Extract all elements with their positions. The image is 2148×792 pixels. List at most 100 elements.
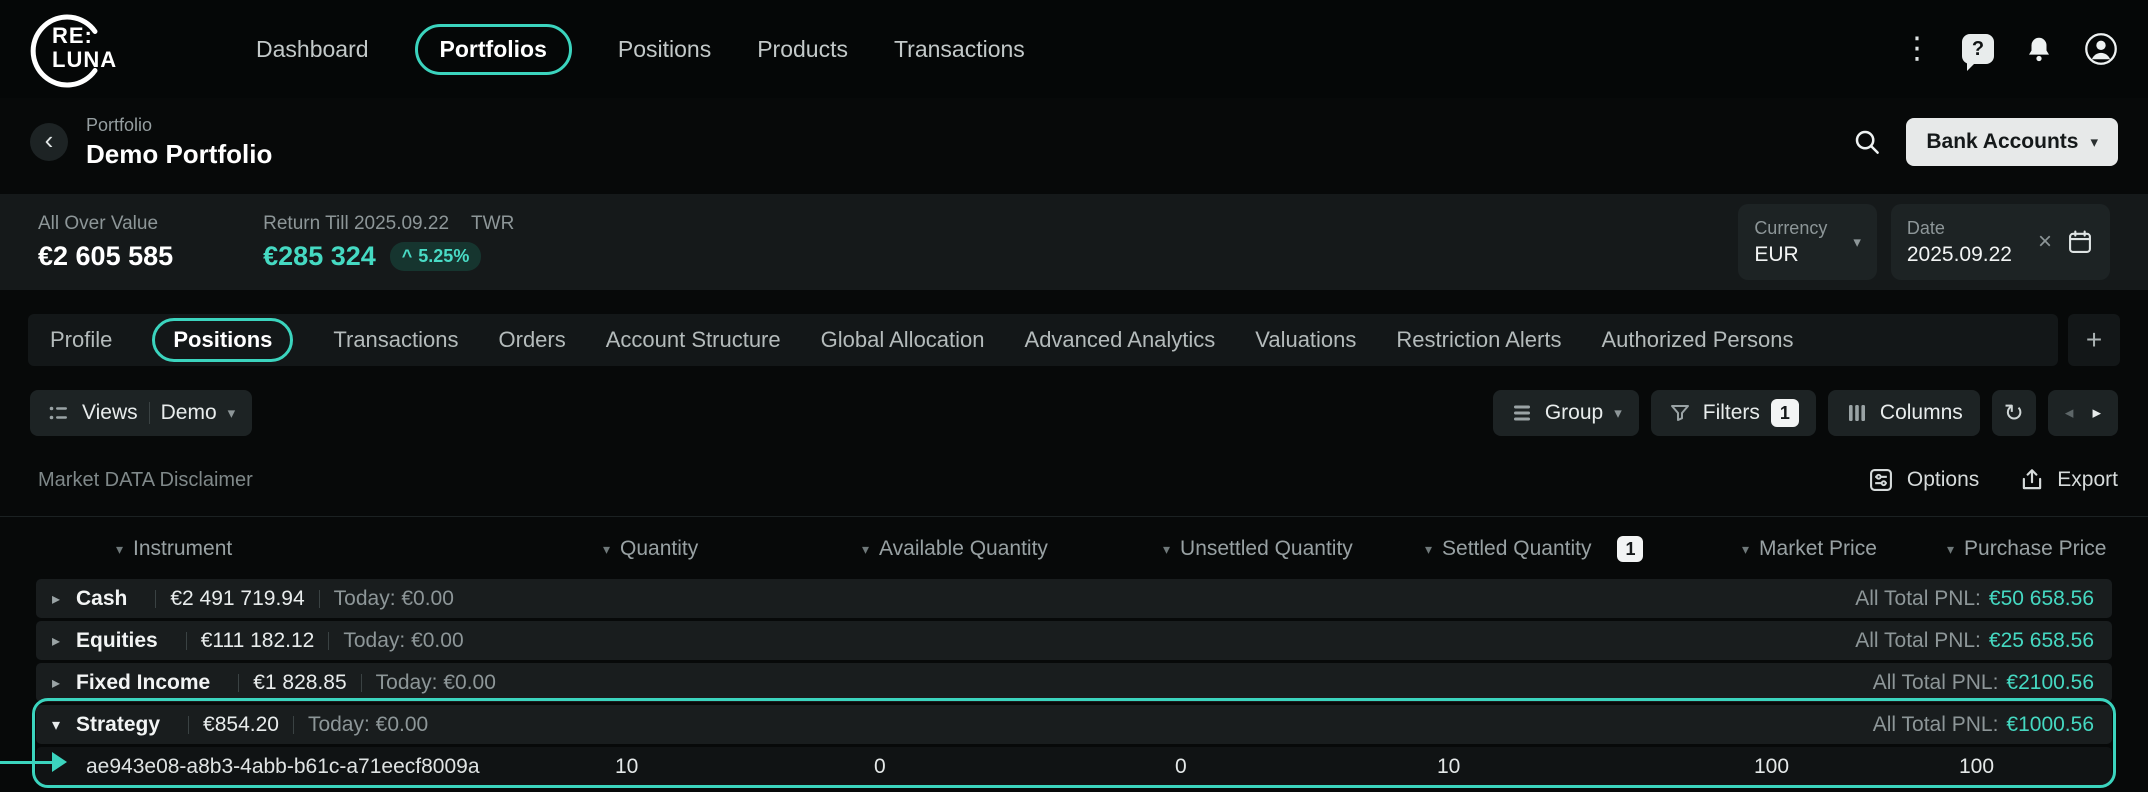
app: RE: LUNA Dashboard Portfolios Positions … <box>0 0 2148 792</box>
tab-restriction-alerts[interactable]: Restriction Alerts <box>1396 327 1561 353</box>
column-caret-icon[interactable]: ▾ <box>1425 541 1432 558</box>
kebab-menu-icon[interactable]: ⋮ <box>1902 34 1932 64</box>
divider <box>188 716 189 734</box>
layers-icon <box>1510 401 1534 425</box>
filters-label: Filters <box>1703 401 1760 425</box>
group-name: Cash <box>76 587 127 611</box>
column-caret-icon[interactable]: ▾ <box>1163 541 1170 558</box>
nav-item-products[interactable]: Products <box>757 26 848 73</box>
twr-label: TWR <box>471 213 514 234</box>
return-label: Return Till 2025.09.22TWR <box>263 213 514 235</box>
views-label: Views <box>82 401 138 425</box>
tab-valuations[interactable]: Valuations <box>1255 327 1356 353</box>
columns-button[interactable]: Columns <box>1828 390 1980 436</box>
nav-item-positions[interactable]: Positions <box>618 26 711 73</box>
cell-instrument: ae943e08-a8b3-4abb-b61c-a71eecf8009a <box>36 755 603 779</box>
options-button[interactable]: Options <box>1867 466 1979 494</box>
brand-logo[interactable]: RE: LUNA <box>30 11 148 87</box>
filters-button[interactable]: Filters 1 <box>1651 390 1816 436</box>
group-row-cash[interactable]: ▸ Cash €2 491 719.94 Today: €0.00 All To… <box>36 579 2112 618</box>
currency-select[interactable]: Currency EUR ▾ <box>1738 204 1877 280</box>
help-icon[interactable]: ? <box>1962 34 1994 64</box>
group-today: Today: €0.00 <box>376 671 496 695</box>
tab-transactions[interactable]: Transactions <box>333 327 458 353</box>
tabs-panel: Profile Positions Transactions Orders Ac… <box>28 314 2058 366</box>
export-button[interactable]: Export <box>2019 467 2118 493</box>
column-header-settled-quantity[interactable]: ▾ Settled Quantity 1 <box>1425 536 1742 562</box>
expand-collapsed-icon[interactable]: ▸ <box>52 631 76 651</box>
return-value: €285 324 <box>263 241 376 272</box>
expand-collapsed-icon[interactable]: ▸ <box>52 589 76 609</box>
group-label: Group <box>1545 401 1603 425</box>
divider <box>149 402 150 424</box>
column-header-instrument[interactable]: ▾ Instrument <box>36 537 603 561</box>
filter-funnel-icon <box>1668 401 1692 425</box>
return-change-badge: ^ 5.25% <box>390 242 482 271</box>
tab-positions[interactable]: Positions <box>152 318 293 362</box>
group-today: Today: €0.00 <box>334 587 454 611</box>
search-icon[interactable] <box>1852 127 1882 157</box>
group-value: €2 491 719.94 <box>170 587 304 611</box>
column-header-available-quantity[interactable]: ▾ Available Quantity <box>862 537 1163 561</box>
table-header: ▾ Instrument ▾ Quantity ▾ Available Quan… <box>36 529 2112 569</box>
next-page-icon[interactable]: ▸ <box>2092 403 2101 423</box>
divider <box>155 590 156 608</box>
currency-label: Currency <box>1754 218 1827 239</box>
refresh-button[interactable]: ↻ <box>1992 390 2036 436</box>
group-dropdown[interactable]: Group ▾ <box>1493 390 1639 436</box>
column-header-purchase-price[interactable]: ▾ Purchase Price <box>1947 537 2112 561</box>
tab-advanced-analytics[interactable]: Advanced Analytics <box>1025 327 1216 353</box>
divider <box>361 674 362 692</box>
back-button[interactable]: ‹ <box>30 123 68 161</box>
column-caret-icon[interactable]: ▾ <box>603 541 610 558</box>
positions-table: ▾ Instrument ▾ Quantity ▾ Available Quan… <box>0 516 2148 786</box>
views-dropdown[interactable]: Views Demo ▾ <box>30 390 252 436</box>
date-picker[interactable]: Date 2025.09.22 × <box>1891 204 2110 280</box>
nav-item-portfolios[interactable]: Portfolios <box>415 24 572 75</box>
all-over-value-stat: All Over Value €2 605 585 <box>38 213 173 272</box>
clear-date-icon[interactable]: × <box>2038 230 2052 254</box>
group-row-equities[interactable]: ▸ Equities €111 182.12 Today: €0.00 All … <box>36 621 2112 660</box>
group-row-strategy[interactable]: ▾ Strategy €854.20 Today: €0.00 All Tota… <box>36 705 2112 744</box>
column-header-market-price[interactable]: ▾ Market Price <box>1742 537 1947 561</box>
divider <box>293 716 294 734</box>
column-caret-icon[interactable]: ▾ <box>1742 541 1749 558</box>
tab-profile[interactable]: Profile <box>50 327 112 353</box>
add-tab-button[interactable]: + <box>2068 314 2120 366</box>
avatar-icon[interactable] <box>2084 32 2118 66</box>
column-caret-icon[interactable]: ▾ <box>862 541 869 558</box>
nav-item-transactions[interactable]: Transactions <box>894 26 1025 73</box>
cell-unsettled-quantity: 0 <box>1163 755 1425 779</box>
tab-orders[interactable]: Orders <box>499 327 566 353</box>
expand-open-icon[interactable]: ▾ <box>52 715 76 735</box>
group-today: Today: €0.00 <box>308 713 428 737</box>
expand-collapsed-icon[interactable]: ▸ <box>52 673 76 693</box>
table-body: ▸ Cash €2 491 719.94 Today: €0.00 All To… <box>36 579 2112 786</box>
market-data-disclaimer: Market DATA Disclaimer <box>38 469 253 492</box>
divider <box>238 674 239 692</box>
pnl-label: All Total PNL: <box>1873 671 1999 695</box>
group-row-fixed-income[interactable]: ▸ Fixed Income €1 828.85 Today: €0.00 Al… <box>36 663 2112 702</box>
prev-page-icon[interactable]: ◂ <box>2065 403 2074 423</box>
tab-global-allocation[interactable]: Global Allocation <box>821 327 985 353</box>
column-header-quantity[interactable]: ▾ Quantity <box>603 537 862 561</box>
nav-item-dashboard[interactable]: Dashboard <box>256 26 369 73</box>
cell-settled-quantity: 10 <box>1425 755 1742 779</box>
pnl-label: All Total PNL: <box>1855 587 1981 611</box>
tab-account-structure[interactable]: Account Structure <box>606 327 781 353</box>
bank-accounts-label: Bank Accounts <box>1926 130 2078 154</box>
pager-buttons[interactable]: ◂ ▸ <box>2048 390 2118 436</box>
column-caret-icon[interactable]: ▾ <box>116 541 123 558</box>
column-caret-icon[interactable]: ▾ <box>1947 541 1954 558</box>
notifications-bell-icon[interactable] <box>2024 34 2054 64</box>
column-header-unsettled-quantity[interactable]: ▾ Unsettled Quantity <box>1163 537 1425 561</box>
tab-authorized-persons[interactable]: Authorized Persons <box>1601 327 1793 353</box>
date-value: 2025.09.22 <box>1907 243 2012 267</box>
position-row[interactable]: ae943e08-a8b3-4abb-b61c-a71eecf8009a 10 … <box>36 747 2112 786</box>
page-header: ‹ Portfolio Demo Portfolio Bank Accounts… <box>0 98 2148 186</box>
calendar-icon[interactable] <box>2066 228 2094 256</box>
bank-accounts-dropdown[interactable]: Bank Accounts ▾ <box>1906 118 2118 166</box>
main-nav: Dashboard Portfolios Positions Products … <box>256 24 1025 75</box>
chevron-down-icon: ▾ <box>1614 406 1622 421</box>
all-over-value-label: All Over Value <box>38 213 173 235</box>
